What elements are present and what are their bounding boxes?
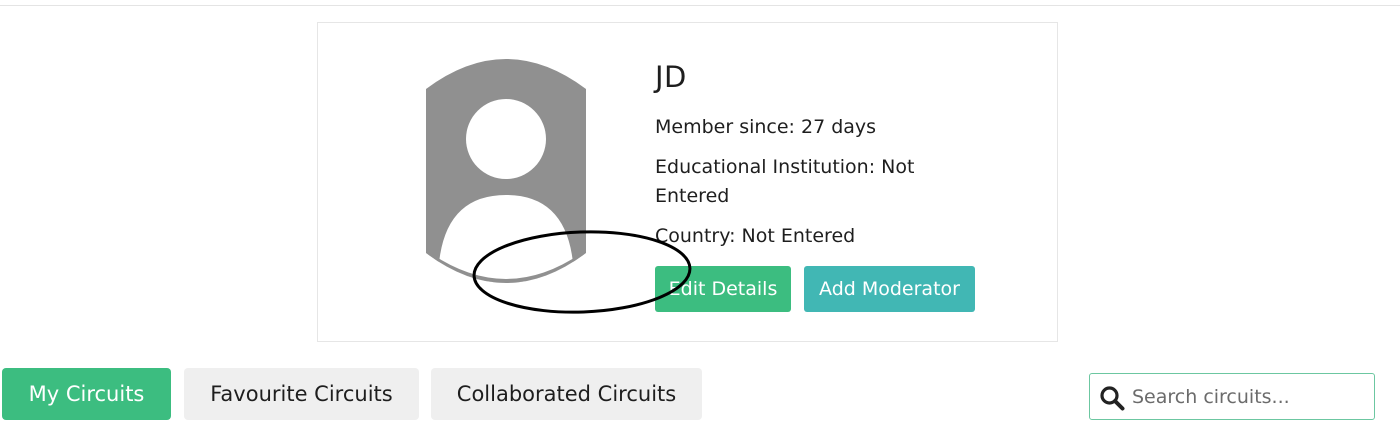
user-avatar-icon xyxy=(426,59,586,283)
user-name: JD xyxy=(655,60,687,94)
search-icon xyxy=(1099,385,1125,411)
search-input[interactable] xyxy=(1132,374,1368,419)
profile-info: JD Member since: 27 days Educational Ins… xyxy=(655,55,975,262)
educational-institution: Educational Institution: Not Entered xyxy=(655,156,915,207)
tab-favourite-circuits[interactable]: Favourite Circuits xyxy=(184,368,419,420)
top-divider xyxy=(0,5,1400,6)
tab-collaborated-circuits[interactable]: Collaborated Circuits xyxy=(431,368,702,420)
profile-card: JD Member since: 27 days Educational Ins… xyxy=(317,22,1058,342)
search-box xyxy=(1089,373,1375,420)
member-since: Member since: 27 days xyxy=(655,116,877,138)
add-moderator-button[interactable]: Add Moderator xyxy=(804,266,975,312)
tab-my-circuits[interactable]: My Circuits xyxy=(2,368,171,420)
country: Country: Not Entered xyxy=(655,225,856,247)
edit-details-button[interactable]: Edit Details xyxy=(655,266,791,312)
